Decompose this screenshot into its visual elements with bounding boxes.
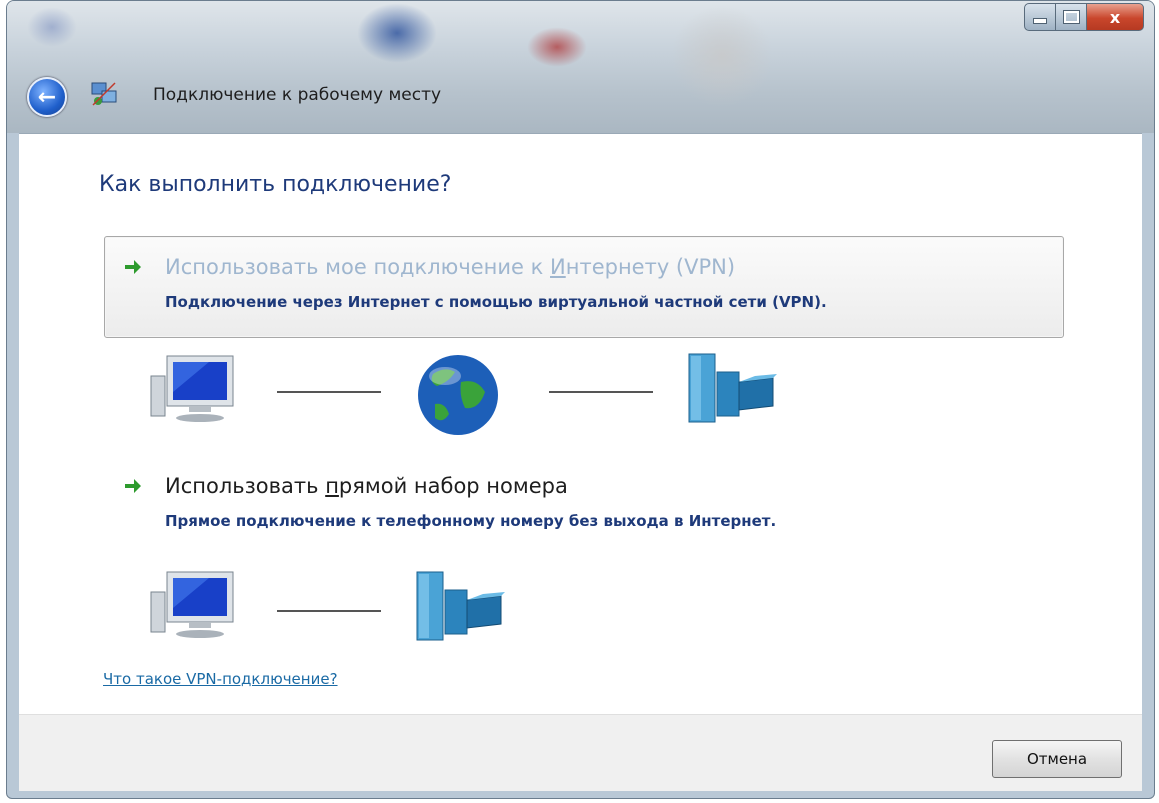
option-vpn-description: Подключение через Интернет с помощью вир… — [165, 293, 827, 311]
wizard-window: x ← Подключение к рабочему месту Как вып… — [6, 0, 1155, 799]
workplace-network-icon — [688, 353, 777, 423]
option-vpn-title-part: нтернету (VPN) — [565, 255, 736, 279]
wizard-footer: Отмена — [19, 714, 1142, 791]
page-heading: Как выполнить подключение? — [99, 172, 452, 197]
back-button[interactable]: ← — [27, 77, 67, 117]
window-title: Подключение к рабочему месту — [153, 85, 442, 105]
background-blur — [357, 3, 437, 63]
globe-icon — [418, 355, 498, 435]
option-dialup-description: Прямое подключение к телефонному номеру … — [165, 512, 777, 530]
workplace-network-icon — [416, 571, 505, 641]
computer-icon — [150, 571, 234, 638]
option-vpn[interactable]: Использовать мое подключение к Интернету… — [104, 236, 1064, 338]
connection-line — [277, 610, 381, 612]
wizard-content: Как выполнить подключение? Использовать … — [19, 133, 1142, 714]
maximize-button[interactable] — [1056, 3, 1087, 31]
computer-icon — [150, 355, 234, 422]
network-connection-icon — [91, 82, 117, 106]
option-dialup-title: Использовать прямой набор номера — [165, 474, 568, 498]
option-vpn-title-part: Использовать мое подключение к — [165, 255, 551, 279]
background-blur — [527, 27, 587, 67]
background-blur — [27, 7, 77, 47]
help-link-vpn[interactable]: Что такое VPN-подключение? — [103, 670, 338, 688]
maximize-icon — [1062, 10, 1080, 24]
title-bar: x ← Подключение к рабочему месту — [7, 1, 1154, 133]
connection-line — [549, 391, 653, 393]
close-button[interactable]: x — [1087, 3, 1144, 31]
close-icon: x — [1109, 7, 1121, 27]
green-arrow-icon — [125, 479, 141, 493]
green-arrow-icon — [125, 260, 141, 274]
minimize-icon — [1033, 18, 1047, 24]
background-blur — [667, 1, 777, 111]
option-dialup-title-part: Использовать — [165, 474, 326, 498]
cancel-button[interactable]: Отмена — [992, 740, 1122, 778]
option-vpn-title: Использовать мое подключение к Интернету… — [165, 255, 735, 279]
option-dialup-title-accesskey: п — [325, 474, 339, 498]
back-arrow-icon: ← — [37, 84, 57, 110]
window-controls: x — [1024, 3, 1144, 31]
option-vpn-title-accesskey: И — [550, 255, 566, 279]
minimize-button[interactable] — [1024, 3, 1056, 31]
option-dialup-title-part: рямой набор номера — [338, 474, 568, 498]
connection-line — [277, 391, 381, 393]
